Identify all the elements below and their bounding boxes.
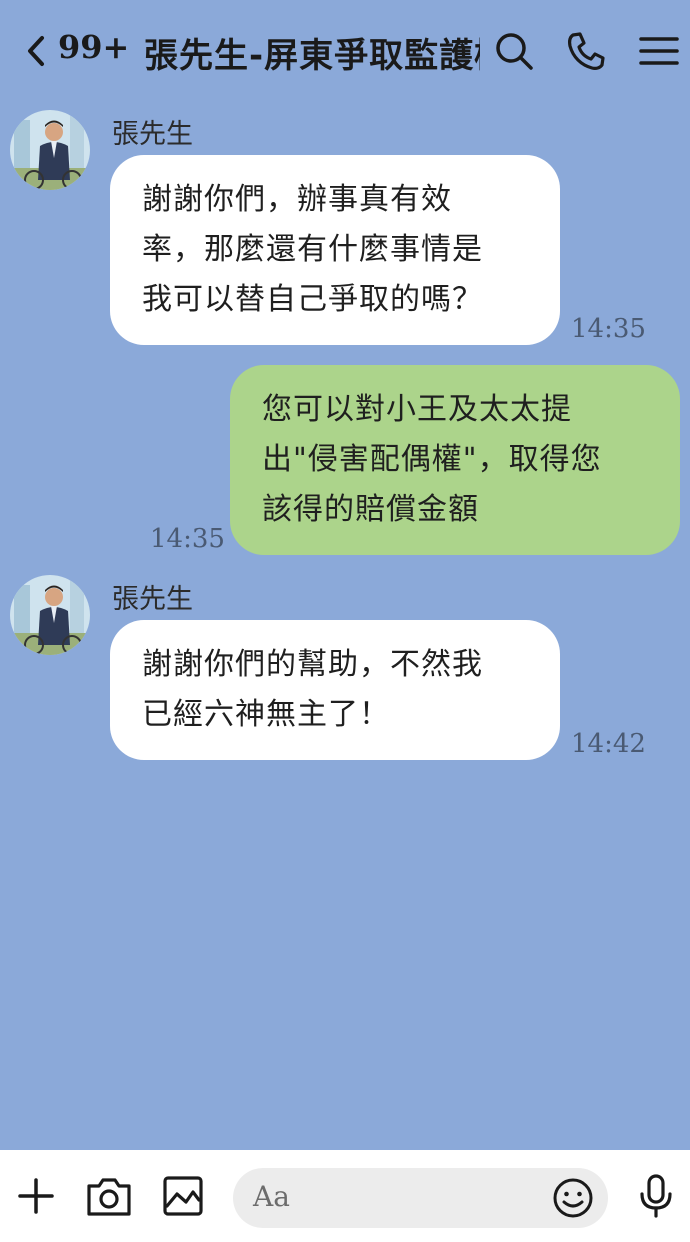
message-line: 出"侵害配偶權"，取得您 [262,442,602,477]
message-line: 該得的賠償金額 [262,492,479,527]
message-input[interactable]: Aa [233,1168,608,1228]
message-time: 14:35 [150,524,225,554]
message-bubble-outgoing[interactable]: 您可以對小王及太太提 出"侵害配偶權"，取得您 該得的賠償金額 [230,365,680,555]
chat-header: 99+ 張先生-屏東爭取監護權 [0,0,690,100]
input-bar: Aa [0,1150,690,1242]
sender-name: 張先生 [112,119,193,150]
message-line: 我可以替自己爭取的嗎？ [142,282,483,317]
avatar[interactable] [10,110,90,190]
sender-name: 張先生 [112,584,193,615]
message-time: 14:42 [571,729,646,759]
back-icon[interactable] [22,34,52,68]
message-line: 謝謝你們，辦事真有效 [142,182,452,217]
plus-icon[interactable] [12,1172,60,1220]
chat-title: 張先生-屏東爭取監護權 [144,36,480,76]
unread-count[interactable]: 99+ [58,28,129,66]
mic-icon[interactable] [632,1172,680,1220]
input-placeholder: Aa [253,1180,290,1213]
message-line: 您可以對小王及太太提 [262,392,572,427]
message-bubble-incoming[interactable]: 謝謝你們，辦事真有效 率，那麼還有什麼事情是 我可以替自己爭取的嗎？ [110,155,560,345]
search-icon[interactable] [493,30,535,72]
message-line: 率，那麼還有什麼事情是 [142,232,483,267]
emoji-icon[interactable] [551,1176,595,1220]
image-icon[interactable] [159,1172,207,1220]
message-line: 已經六神無主了！ [142,697,390,732]
message-bubble-incoming[interactable]: 謝謝你們的幫助，不然我 已經六神無主了！ [110,620,560,760]
camera-icon[interactable] [85,1172,133,1220]
message-time: 14:35 [571,314,646,344]
message-line: 謝謝你們的幫助，不然我 [142,647,483,682]
menu-icon[interactable] [638,30,680,72]
phone-icon[interactable] [565,30,607,72]
avatar-image [10,575,90,655]
avatar-image [10,110,90,190]
avatar[interactable] [10,575,90,655]
